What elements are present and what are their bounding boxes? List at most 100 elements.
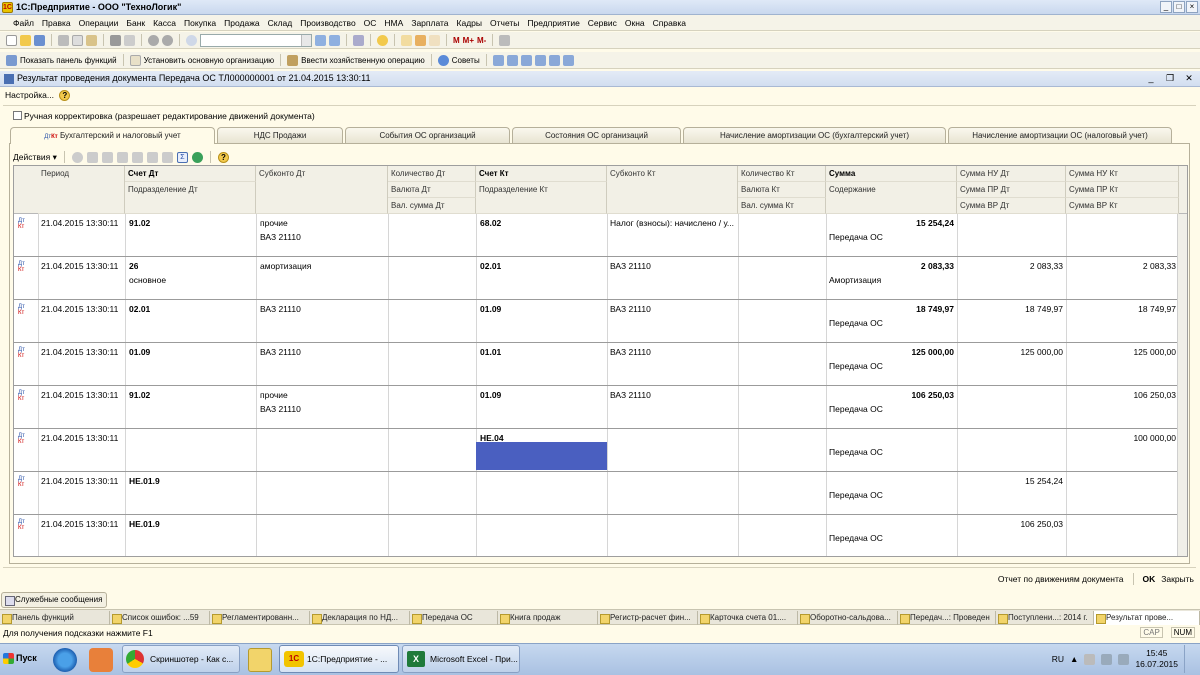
- window-tab[interactable]: Список ошибок: ...59: [110, 611, 210, 625]
- col-period[interactable]: Период: [38, 166, 125, 214]
- table-row[interactable]: Дт Кт 21.04.2015 13:30:11 91.02 прочие ВА…: [14, 214, 1187, 257]
- col-dt-subconto[interactable]: Субконто Дт: [256, 166, 388, 214]
- maximize-button[interactable]: □: [1173, 1, 1185, 13]
- start-button[interactable]: Пуск: [0, 645, 43, 672]
- analysis-icon[interactable]: [562, 54, 574, 66]
- copy-icon[interactable]: [72, 34, 83, 46]
- col-nu-dt[interactable]: Сумма НУ Дт: [957, 166, 1066, 182]
- tab-vat-sales[interactable]: НДС Продажи: [217, 127, 343, 143]
- redo-icon[interactable]: [162, 34, 173, 46]
- col-pr-kt[interactable]: Сумма ПР Кт: [1066, 182, 1179, 198]
- col-dt-qty[interactable]: Количество Дт: [388, 166, 476, 182]
- window-tab[interactable]: Регистр-расчет фин...: [598, 611, 698, 625]
- tab-accounting[interactable]: ДтКт Бухгалтерский и налоговый учет: [10, 127, 215, 144]
- menu-fixed-assets[interactable]: ОС: [360, 18, 381, 28]
- menu-purchase[interactable]: Покупка: [180, 18, 220, 28]
- clipboard-icon[interactable]: [429, 34, 440, 46]
- tab-depreciation-tax[interactable]: Начисление амортизации ОС (налоговый уче…: [948, 127, 1172, 143]
- col-kt-account[interactable]: Счет Кт: [476, 166, 607, 182]
- table-row[interactable]: Дт Кт 21.04.2015 13:30:11 НЕ.01.9 Передач…: [14, 472, 1187, 515]
- network-icon[interactable]: [1101, 653, 1113, 665]
- close-dialog-button[interactable]: Закрыть: [1161, 574, 1194, 584]
- operations-journal-icon[interactable]: [520, 54, 532, 66]
- tab-depreciation-accounting[interactable]: Начисление амортизации ОС (бухгалтерский…: [683, 127, 946, 143]
- ok-button[interactable]: OK: [1143, 574, 1156, 584]
- window-tab[interactable]: Передач...: Проведен: [898, 611, 996, 625]
- col-kt-cur-sum[interactable]: Вал. сумма Кт: [738, 198, 826, 214]
- calculator-icon[interactable]: [415, 34, 426, 46]
- menu-cash[interactable]: Касса: [149, 18, 180, 28]
- clock[interactable]: 15:45 16.07.2015: [1135, 648, 1178, 670]
- print-preview-icon[interactable]: [124, 34, 135, 46]
- vertical-scrollbar[interactable]: [1177, 214, 1187, 556]
- window-tab[interactable]: Поступлени...: 2014 г.: [996, 611, 1094, 625]
- col-sum[interactable]: Сумма: [826, 166, 957, 182]
- open-folder-icon[interactable]: [20, 34, 31, 46]
- find-next-icon[interactable]: [315, 34, 326, 46]
- col-kt-subconto[interactable]: Субконто Кт: [607, 166, 738, 214]
- col-content[interactable]: Содержание: [826, 182, 957, 214]
- find-prev-icon[interactable]: [329, 34, 340, 46]
- account-card-icon[interactable]: [548, 54, 560, 66]
- movements-report-button[interactable]: Отчет по движениям документа: [998, 574, 1124, 584]
- menu-reports[interactable]: Отчеты: [486, 18, 523, 28]
- balance-icon[interactable]: [534, 54, 546, 66]
- end-edit-icon[interactable]: [131, 151, 143, 163]
- info-icon[interactable]: [377, 34, 388, 46]
- set-main-org-button[interactable]: Установить основную организацию: [144, 56, 275, 65]
- journal-icon[interactable]: [492, 54, 504, 66]
- menu-service[interactable]: Сервис: [584, 18, 621, 28]
- new-document-icon[interactable]: [6, 34, 17, 46]
- col-vr-dt[interactable]: Сумма ВР Дт: [957, 198, 1066, 214]
- doc-close-button[interactable]: ✕: [1182, 72, 1196, 85]
- menu-edit[interactable]: Правка: [38, 18, 75, 28]
- edit-row-icon[interactable]: [101, 151, 113, 163]
- window-tab[interactable]: Передача ОС: [410, 611, 498, 625]
- menu-file[interactable]: Файл: [9, 18, 38, 28]
- actions-menu[interactable]: Действия ▾: [13, 152, 57, 163]
- col-dt-cur-sum[interactable]: Вал. сумма Дт: [388, 198, 476, 214]
- search-icon[interactable]: [186, 34, 197, 46]
- memory-plus-button[interactable]: M+: [463, 36, 474, 45]
- delete-row-icon[interactable]: [116, 151, 128, 163]
- calendar-icon[interactable]: [401, 34, 412, 46]
- col-kt-qty[interactable]: Количество Кт: [738, 166, 826, 182]
- menu-hr[interactable]: Кадры: [453, 18, 486, 28]
- col-nu-kt[interactable]: Сумма НУ Кт: [1066, 166, 1179, 182]
- minimize-button[interactable]: _: [1160, 1, 1172, 13]
- menu-enterprise[interactable]: Предприятие: [523, 18, 583, 28]
- table-row[interactable]: Дт Кт 21.04.2015 13:30:11 01.09 ВАЗ 21110…: [14, 343, 1187, 386]
- flag-icon[interactable]: [1084, 653, 1096, 665]
- search-input[interactable]: [200, 33, 312, 47]
- media-player-icon[interactable]: [89, 648, 113, 672]
- tab-os-events[interactable]: События ОС организаций: [345, 127, 510, 143]
- manual-correction-checkbox[interactable]: [13, 111, 22, 120]
- enter-operation-button[interactable]: Ввести хозяйственную операцию: [301, 56, 425, 65]
- volume-icon[interactable]: [1118, 653, 1130, 665]
- col-dt-currency[interactable]: Валюта Дт: [388, 182, 476, 198]
- selected-cell[interactable]: [476, 442, 607, 470]
- sum-icon[interactable]: Σ: [176, 151, 188, 163]
- memory-button[interactable]: M: [453, 36, 460, 45]
- tab-os-states[interactable]: Состояния ОС организаций: [512, 127, 681, 143]
- col-kt-currency[interactable]: Валюта Кт: [738, 182, 826, 198]
- menu-operations[interactable]: Операции: [75, 18, 123, 28]
- col-dt-dept[interactable]: Подразделение Дт: [125, 182, 256, 214]
- table-row[interactable]: Дт Кт 21.04.2015 13:30:11 02.01 ВАЗ 21110…: [14, 300, 1187, 343]
- window-tab[interactable]: Декларация по НД...: [310, 611, 410, 625]
- window-tab[interactable]: Панель функций: [0, 611, 110, 625]
- window-tab[interactable]: Оборотно-сальдова...: [798, 611, 898, 625]
- window-tab-active[interactable]: Результат прове...: [1094, 611, 1200, 625]
- print-icon[interactable]: [110, 34, 121, 46]
- menu-intangibles[interactable]: НМА: [380, 18, 407, 28]
- show-desktop-button[interactable]: [1184, 645, 1194, 673]
- col-pr-dt[interactable]: Сумма ПР Дт: [957, 182, 1066, 198]
- tips-button[interactable]: Советы: [452, 56, 480, 65]
- explorer-folder-icon[interactable]: [248, 648, 272, 672]
- menu-salary[interactable]: Зарплата: [407, 18, 452, 28]
- col-kt-dept[interactable]: Подразделение Кт: [476, 182, 607, 214]
- col-dt-account[interactable]: Счет Дт: [125, 166, 256, 182]
- table-row[interactable]: Дт Кт 21.04.2015 13:30:11 91.02 прочие ВА…: [14, 386, 1187, 429]
- tray-expand-icon[interactable]: ▲: [1070, 654, 1078, 664]
- window-tab[interactable]: Книга продаж: [498, 611, 598, 625]
